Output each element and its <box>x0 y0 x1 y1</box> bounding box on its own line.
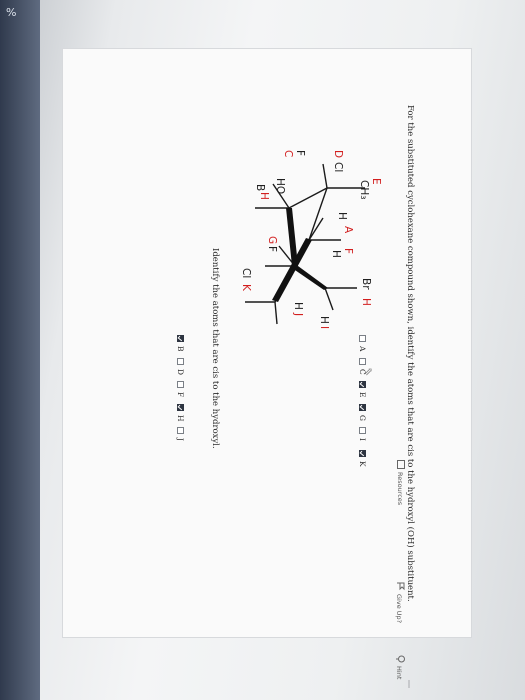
label-B: B <box>254 184 266 191</box>
checkbox-c[interactable] <box>359 358 366 365</box>
label-H-br: H <box>360 298 372 306</box>
lightbulb-icon <box>394 655 405 663</box>
label-G: G <box>266 236 278 244</box>
cyclohexane-diagram: E CH₃ H A F Br H H D Cl F C HO B H G F H… <box>240 150 382 329</box>
label-H-b: H <box>258 192 270 200</box>
option-label: E <box>358 392 367 398</box>
checkbox-d[interactable] <box>177 358 184 365</box>
option-label: K <box>358 461 367 467</box>
label-J: J <box>292 312 304 316</box>
option-a[interactable]: A <box>358 335 367 351</box>
option-k[interactable]: K <box>358 450 367 467</box>
option-e[interactable]: E <box>358 381 367 397</box>
option-label: G <box>358 415 367 421</box>
checkbox-h[interactable] <box>177 404 184 411</box>
label-F: F <box>342 248 354 254</box>
label-Cl-k: Cl <box>240 268 252 278</box>
question-text: For the substituted cyclohexane compound… <box>405 105 415 602</box>
option-label: H <box>176 415 185 422</box>
checkbox-j[interactable] <box>177 427 184 434</box>
checkbox-a[interactable] <box>359 335 366 342</box>
label-F-left: F <box>294 150 306 156</box>
checkbox-g[interactable] <box>359 404 366 411</box>
option-label: D <box>176 369 185 376</box>
prompt-text: Identify the atoms that are cis to the h… <box>210 248 220 449</box>
label-CH3: CH₃ <box>358 180 370 199</box>
hint-button[interactable]: Hint <box>394 655 405 679</box>
option-label: B <box>176 346 185 352</box>
option-h[interactable]: H <box>176 404 185 422</box>
label-D: D <box>332 150 344 158</box>
label-Br: Br <box>360 278 372 290</box>
option-f[interactable]: F <box>176 381 185 397</box>
option-label: C <box>358 369 367 375</box>
label-H-i: H <box>318 316 330 324</box>
rotated-content: Resources Give Up? Hint For the substitu… <box>0 0 525 700</box>
option-label: F <box>176 392 185 398</box>
flag-icon <box>394 582 405 591</box>
label-E: E <box>370 178 382 185</box>
resources-icon <box>395 460 405 469</box>
resources-label: Resources <box>396 472 404 506</box>
give-up-label: Give Up? <box>395 594 404 624</box>
label-I: I <box>318 326 330 329</box>
option-i[interactable]: I <box>358 427 367 441</box>
checkbox-b[interactable] <box>177 335 184 342</box>
option-label: J <box>176 438 185 442</box>
label-H-j: H <box>292 302 304 310</box>
label-C: C <box>282 150 294 157</box>
option-c[interactable]: C <box>358 358 367 375</box>
label-K: K <box>240 284 252 292</box>
option-label: A <box>358 346 367 352</box>
resources-button[interactable]: Resources <box>395 460 405 505</box>
label-H-top: H <box>336 212 348 220</box>
option-b[interactable]: B <box>176 335 185 352</box>
option-d[interactable]: D <box>176 358 185 375</box>
option-label: I <box>358 438 367 441</box>
option-j[interactable]: J <box>176 427 185 441</box>
checkbox-k[interactable] <box>359 450 366 457</box>
option-g[interactable]: G <box>358 404 367 421</box>
label-Cl-d: Cl <box>332 162 344 172</box>
checkbox-e[interactable] <box>359 381 366 388</box>
hint-label: Hint <box>395 666 404 680</box>
give-up-button[interactable]: Give Up? <box>394 582 405 623</box>
checkbox-i[interactable] <box>359 427 366 434</box>
label-H-f: H <box>330 250 342 258</box>
label-HO: HO <box>274 178 286 194</box>
label-A: A <box>342 226 354 234</box>
scroll-indicator <box>408 680 410 688</box>
label-F-g: F <box>266 246 278 252</box>
checkbox-f[interactable] <box>177 381 184 388</box>
screen-background: % Resources Give Up? Hint For the substi… <box>0 0 525 700</box>
